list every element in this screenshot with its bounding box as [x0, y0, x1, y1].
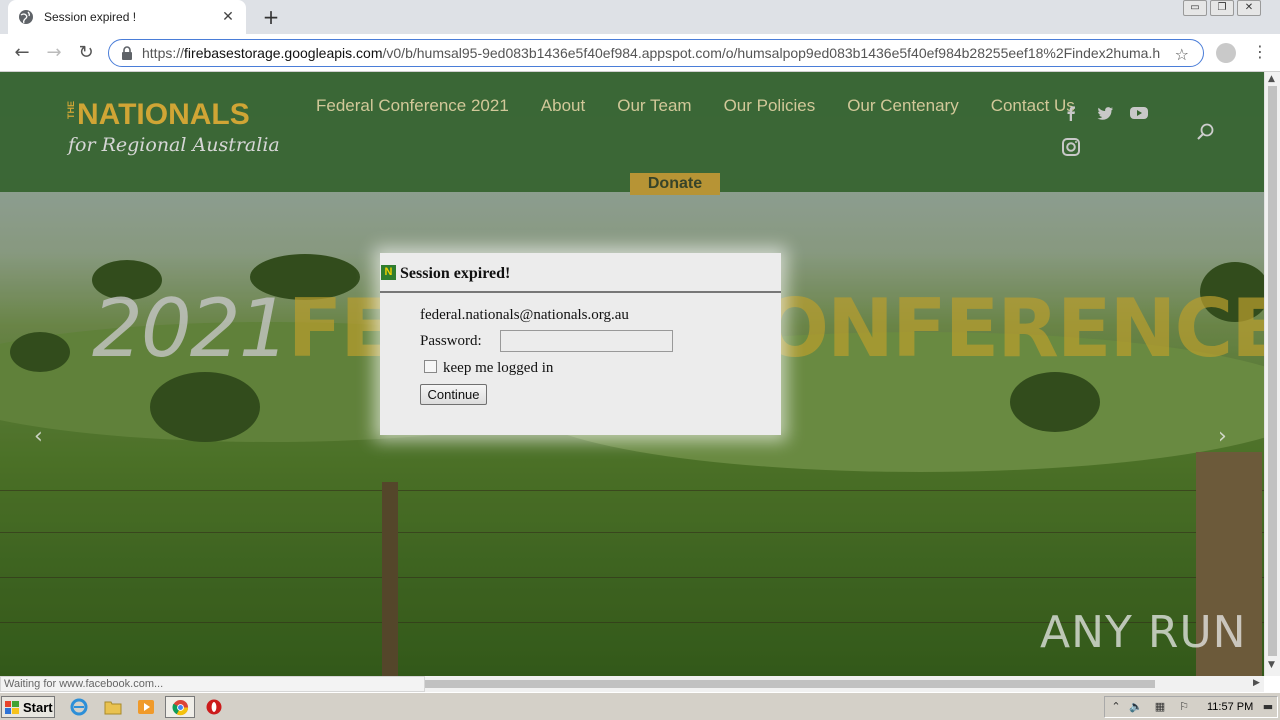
horizontal-scrollbar[interactable]: ▶ — [425, 676, 1264, 692]
flag-icon[interactable]: ⚐ — [1177, 700, 1191, 714]
browser-tab-active[interactable]: Session expired ! ✕ — [8, 0, 246, 34]
tab-title: Session expired ! — [44, 10, 137, 24]
continue-button[interactable]: Continue — [420, 384, 487, 405]
reload-button[interactable]: ↻ — [76, 43, 96, 63]
scroll-thumb[interactable] — [1268, 86, 1277, 656]
chrome-icon — [172, 699, 189, 716]
url-host: firebasestorage.googleapis.com — [184, 45, 383, 61]
password-label: Password: — [420, 333, 482, 349]
clock: 11:57 PM — [1207, 701, 1254, 713]
back-button[interactable]: ← — [12, 43, 32, 63]
nationals-icon: N — [381, 265, 396, 280]
tab-close-icon[interactable]: ✕ — [220, 9, 236, 25]
scroll-up-icon[interactable]: ▲ — [1268, 74, 1275, 84]
opera-icon[interactable] — [205, 698, 223, 716]
windows-logo-icon — [5, 700, 19, 714]
window-controls: ▭ ❐ ✕ — [1180, 0, 1261, 18]
account-email: federal.nationals@nationals.org.au — [420, 307, 629, 323]
address-bar[interactable]: https://firebasestorage.googleapis.com/v… — [108, 39, 1204, 67]
restore-button[interactable]: ❐ — [1210, 0, 1234, 16]
vertical-scrollbar[interactable]: ▲ ▼ — [1264, 72, 1280, 676]
show-desktop-icon[interactable]: ▬ — [1261, 700, 1275, 714]
screen: Session expired ! ✕ + ▭ ❐ ✕ ← → ↻ https:… — [0, 0, 1280, 720]
close-window-button[interactable]: ✕ — [1237, 0, 1261, 16]
new-tab-button[interactable]: + — [260, 6, 282, 28]
system-tray: ⌃ 🔈 ▦ ⚐ 11:57 PM ▬ — [1104, 696, 1278, 718]
media-player-icon[interactable] — [137, 698, 155, 716]
browser-toolbar: ← → ↻ https://firebasestorage.googleapis… — [0, 34, 1280, 72]
dialog-title: Session expired! — [400, 265, 511, 282]
hscroll-thumb[interactable] — [425, 680, 1155, 688]
scroll-right-icon[interactable]: ▶ — [1253, 678, 1260, 688]
network-icon[interactable]: ▦ — [1153, 700, 1167, 714]
taskbar-chrome-active[interactable] — [165, 696, 195, 718]
start-button[interactable]: Start — [1, 696, 55, 718]
browser-tabstrip: Session expired ! ✕ + ▭ ❐ ✕ — [0, 0, 1280, 34]
start-label: Start — [23, 699, 53, 715]
minimize-button[interactable]: ▭ — [1183, 0, 1207, 16]
taskbar: Start ⌃ 🔈 ▦ ⚐ 11:57 PM ▬ — [0, 692, 1280, 720]
volume-icon[interactable]: 🔈 — [1129, 700, 1143, 714]
globe-icon — [19, 10, 33, 24]
url-scheme: https:// — [142, 45, 185, 61]
keep-logged-in-checkbox[interactable] — [424, 360, 437, 373]
internet-explorer-icon[interactable] — [70, 698, 88, 716]
password-field[interactable] — [500, 330, 673, 352]
lock-icon — [122, 46, 132, 60]
status-bar: Waiting for www.facebook.com... — [0, 676, 425, 692]
tray-expand-icon[interactable]: ⌃ — [1109, 700, 1123, 714]
profile-avatar[interactable] — [1216, 43, 1236, 63]
dialog-header: N Session expired! — [380, 263, 781, 293]
browser-menu-button[interactable]: ⋮ — [1252, 42, 1268, 62]
bookmark-star-icon[interactable]: ☆ — [1175, 45, 1189, 64]
scroll-down-icon[interactable]: ▼ — [1268, 660, 1275, 670]
keep-logged-in-label: keep me logged in — [443, 360, 554, 376]
session-expired-dialog: N Session expired! federal.nationals@nat… — [380, 253, 781, 435]
folder-icon[interactable] — [104, 698, 122, 716]
forward-button[interactable]: → — [44, 43, 64, 63]
url-path: /v0/b/humsal95-9ed083b1436e5f40ef984.app… — [382, 45, 1161, 61]
url-text: https://firebasestorage.googleapis.com/v… — [142, 45, 1203, 61]
